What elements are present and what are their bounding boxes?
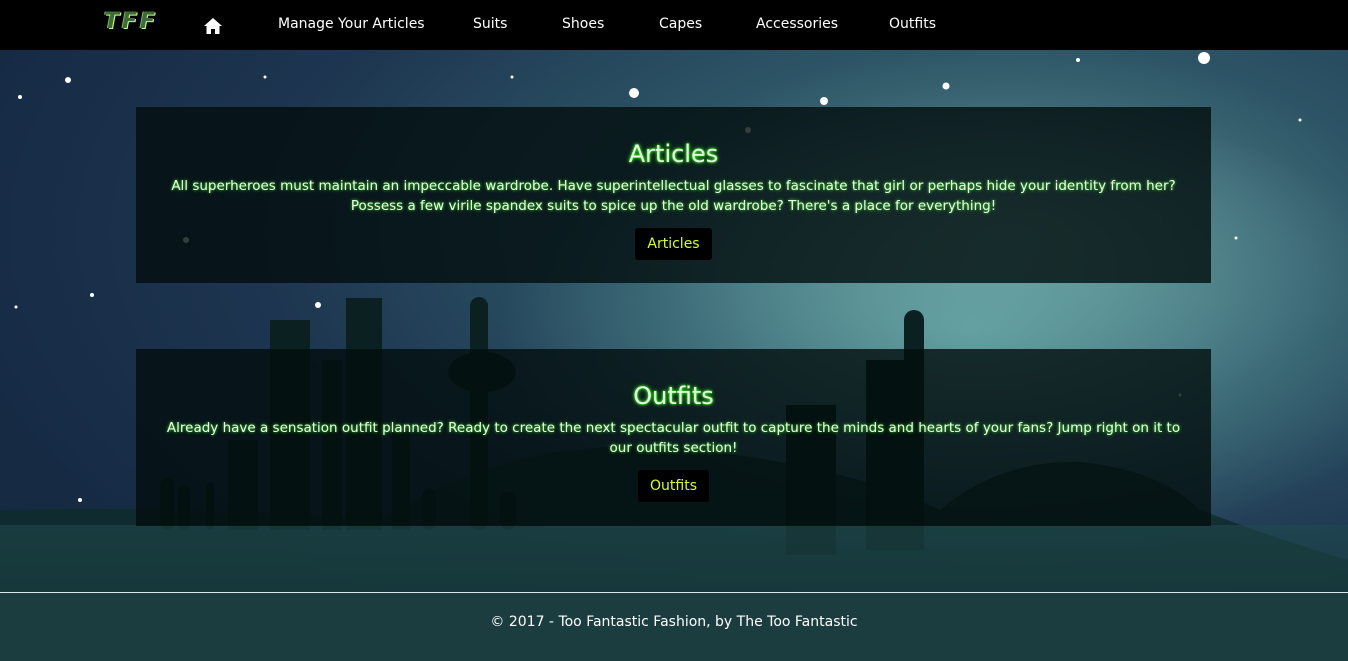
top-navbar: TFF Manage Your Articles Suits Shoes Cap…: [0, 0, 1348, 50]
articles-heading: Articles: [628, 140, 719, 168]
outfits-button[interactable]: Outfits: [638, 470, 709, 502]
outfits-description: Already have a sensation outfit planned?…: [166, 420, 1181, 456]
background-night-sky-city: [0, 0, 1348, 661]
home-icon[interactable]: [203, 16, 223, 36]
outfits-heading: Outfits: [633, 382, 714, 410]
nav-item-accessories[interactable]: Accessories: [756, 16, 838, 32]
outfits-panel: Outfits Already have a sensation outfit …: [136, 349, 1211, 526]
nav-item-capes[interactable]: Capes: [659, 16, 702, 32]
brand-logo[interactable]: TFF: [104, 9, 158, 34]
nav-item-shoes[interactable]: Shoes: [562, 16, 604, 32]
footer-divider: [0, 592, 1348, 593]
nav-item-manage-articles[interactable]: Manage Your Articles: [278, 16, 425, 32]
articles-button[interactable]: Articles: [635, 228, 712, 260]
footer-copyright: © 2017 - Too Fantastic Fashion, by The T…: [490, 614, 858, 630]
nav-item-suits[interactable]: Suits: [473, 16, 507, 32]
articles-description: All superheroes must maintain an impecca…: [171, 178, 1176, 214]
articles-panel: Articles All superheroes must maintain a…: [136, 107, 1211, 283]
nav-item-outfits[interactable]: Outfits: [889, 16, 936, 32]
